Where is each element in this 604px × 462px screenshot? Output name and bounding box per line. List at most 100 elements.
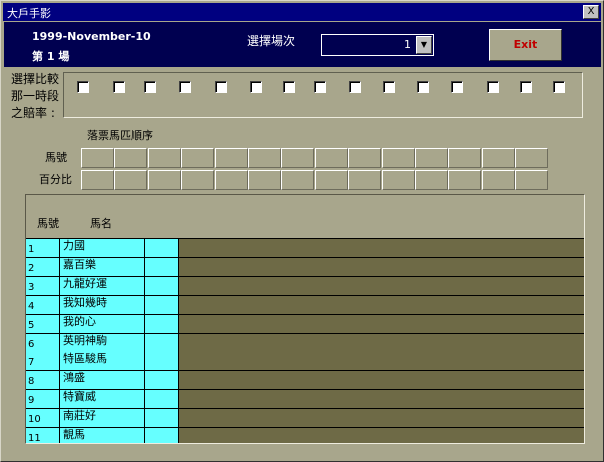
odds-cell xyxy=(178,295,584,315)
table-row[interactable]: 9 特寶威 xyxy=(26,390,584,410)
falling-percent-cell xyxy=(448,170,482,190)
falling-percent-cell xyxy=(181,170,215,190)
falling-percent-cell xyxy=(481,170,515,190)
race-number-label: 第 1 場 xyxy=(32,50,70,63)
falling-horse-no-cell xyxy=(448,148,482,168)
falling-horse-no-label: 馬號 xyxy=(45,151,67,164)
odds-cell xyxy=(178,333,584,353)
table-row[interactable]: 11 靚馬 xyxy=(26,428,584,443)
horse-name-cell: 我知幾時 xyxy=(60,295,145,315)
compare-checkbox[interactable] xyxy=(215,81,227,93)
horse-name-cell: 嘉百樂 xyxy=(60,257,145,277)
falling-percent-cell xyxy=(381,170,415,190)
horse-extra-cell xyxy=(145,276,178,296)
compare-label-line2: 那一時段 xyxy=(11,89,60,103)
horse-name-cell: 英明神駒 xyxy=(60,333,145,353)
horse-extra-cell xyxy=(145,409,178,429)
select-race-label: 選擇場次 xyxy=(247,34,296,48)
race-date: 1999-November-10 xyxy=(32,30,151,43)
horse-no-cell: 4 xyxy=(26,295,60,315)
horse-name-cell: 力國 xyxy=(60,239,145,258)
window-title: 大戶手影 xyxy=(7,7,51,20)
horse-extra-cell xyxy=(145,257,178,277)
compare-period-group xyxy=(63,72,583,118)
horse-no-cell: 8 xyxy=(26,371,60,391)
horse-extra-cell xyxy=(145,333,178,353)
compare-checkbox[interactable] xyxy=(451,81,463,93)
col-horse-name: 馬名 xyxy=(90,217,112,230)
horse-extra-cell xyxy=(145,428,178,443)
odds-cell xyxy=(178,257,584,277)
falling-percent-cell xyxy=(214,170,248,190)
compare-checkbox[interactable] xyxy=(77,81,89,93)
race-select-dropdown[interactable]: 1 ▼ xyxy=(321,34,434,56)
falling-horse-no-cell xyxy=(348,148,382,168)
compare-checkbox[interactable] xyxy=(144,81,156,93)
compare-checkbox[interactable] xyxy=(314,81,326,93)
table-row[interactable]: 4 我知幾時 xyxy=(26,295,584,315)
horse-extra-cell xyxy=(145,371,178,391)
table-row[interactable]: 3 九龍好運 xyxy=(26,276,584,296)
compare-checkbox[interactable] xyxy=(553,81,565,93)
falling-percent-cell xyxy=(515,170,549,190)
horse-name-cell: 特寶威 xyxy=(60,390,145,410)
falling-horse-no-cell xyxy=(248,148,281,168)
odds-cell xyxy=(178,409,584,429)
horse-name-cell: 我的心 xyxy=(60,314,145,334)
falling-horse-no-cell xyxy=(181,148,215,168)
compare-checkbox[interactable] xyxy=(113,81,125,93)
odds-cell xyxy=(178,371,584,391)
horse-no-cell: 7 xyxy=(26,352,60,372)
compare-checkbox[interactable] xyxy=(487,81,499,93)
falling-horse-no-cell xyxy=(415,148,448,168)
horse-no-cell: 5 xyxy=(26,314,60,334)
compare-checkbox[interactable] xyxy=(349,81,361,93)
odds-cell xyxy=(178,390,584,410)
horse-no-cell: 10 xyxy=(26,409,60,429)
compare-period-label: 選擇比較 那一時段 之賠率 : xyxy=(11,71,59,122)
horse-extra-cell xyxy=(145,295,178,315)
falling-horse-no-cell xyxy=(314,148,348,168)
close-button[interactable]: X xyxy=(583,5,599,19)
table-row[interactable]: 2 嘉百樂 xyxy=(26,257,584,277)
compare-checkbox[interactable] xyxy=(417,81,429,93)
falling-horse-no-cell xyxy=(81,148,114,168)
horse-table: 馬號 馬名 1 力國 2 嘉百樂 3 九龍好運 4 我知幾時 5 我的心 6 英明神駒 7 特區駿馬 8 鴻盛… xyxy=(25,194,585,444)
horse-no-cell: 1 xyxy=(26,239,60,258)
horse-extra-cell xyxy=(145,352,178,372)
compare-checkbox[interactable] xyxy=(283,81,295,93)
falling-percent-cell xyxy=(81,170,114,190)
falling-percent-cell xyxy=(348,170,382,190)
horse-name-cell: 特區駿馬 xyxy=(60,352,145,372)
table-row[interactable]: 6 英明神駒 xyxy=(26,333,584,353)
col-horse-no: 馬號 xyxy=(37,217,59,230)
odds-cell xyxy=(178,239,584,258)
race-select-value: 1 xyxy=(404,38,411,51)
falling-horse-no-cell xyxy=(381,148,415,168)
horse-no-cell: 11 xyxy=(26,428,60,443)
odds-cell xyxy=(178,352,584,372)
falling-horse-no-cell xyxy=(281,148,315,168)
table-row[interactable]: 7 特區駿馬 xyxy=(26,352,584,372)
falling-percent-cell xyxy=(114,170,148,190)
compare-checkbox[interactable] xyxy=(520,81,532,93)
exit-button[interactable]: Exit xyxy=(489,29,562,61)
horse-no-cell: 9 xyxy=(26,390,60,410)
table-row[interactable]: 10 南莊好 xyxy=(26,409,584,429)
horse-table-header: 馬號 馬名 xyxy=(26,195,584,239)
falling-horse-no-cell xyxy=(214,148,248,168)
compare-checkbox[interactable] xyxy=(250,81,262,93)
horse-no-cell: 6 xyxy=(26,333,60,353)
table-row[interactable]: 8 鴻盛 xyxy=(26,371,584,391)
compare-checkbox[interactable] xyxy=(383,81,395,93)
falling-percent-label: 百分比 xyxy=(39,173,72,186)
odds-cell xyxy=(178,276,584,296)
title-bar[interactable]: 大戶手影 X xyxy=(3,3,601,21)
table-row[interactable]: 5 我的心 xyxy=(26,314,584,334)
horse-no-cell: 2 xyxy=(26,257,60,277)
table-row[interactable]: 1 力國 xyxy=(26,239,584,258)
horse-extra-cell xyxy=(145,239,178,258)
compare-checkbox[interactable] xyxy=(179,81,191,93)
falling-percent-cell xyxy=(415,170,448,190)
chevron-down-icon[interactable]: ▼ xyxy=(416,36,432,54)
